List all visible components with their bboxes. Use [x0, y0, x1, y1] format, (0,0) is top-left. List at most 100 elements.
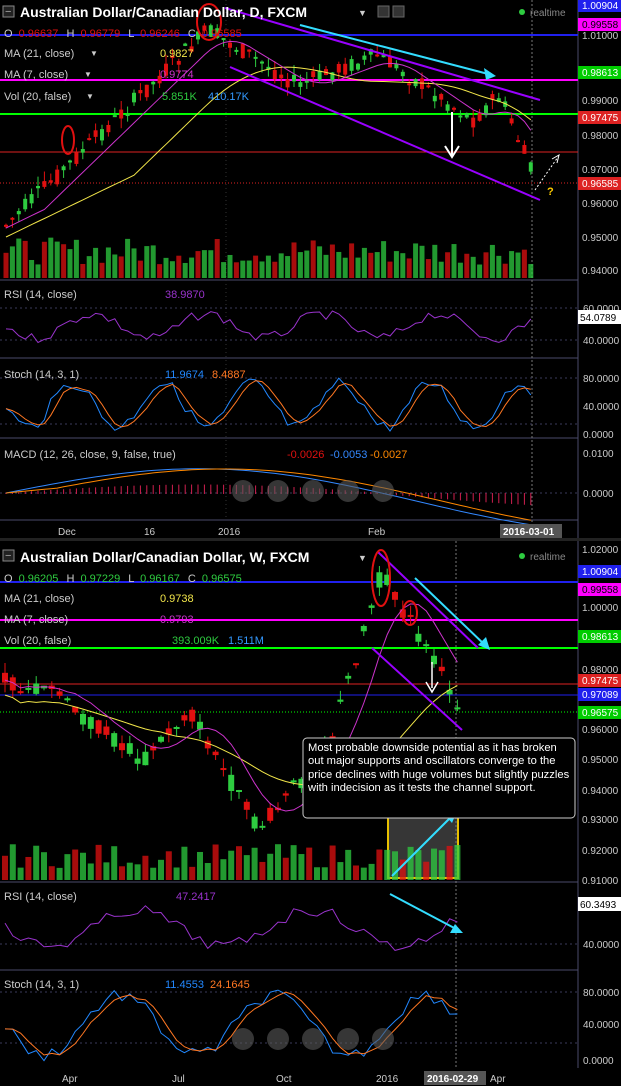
bottom-h-value: 0.97229: [80, 573, 120, 585]
macd-hist-bar: [56, 489, 58, 494]
bottom-zoom-out-button[interactable]: [267, 1028, 289, 1050]
volume-bar: [297, 252, 303, 278]
volume-bar: [2, 855, 8, 880]
macd-hist-bar: [299, 487, 301, 494]
candle-body: [317, 70, 322, 80]
volume-bar: [48, 237, 54, 278]
candle-body: [17, 691, 24, 694]
bottom-zoom-in-button[interactable]: [337, 1028, 359, 1050]
top-ma21-dropdown-icon[interactable]: ▼: [90, 49, 98, 58]
candle-body: [158, 736, 164, 742]
volume-bar: [17, 867, 24, 880]
volume-bar: [99, 262, 105, 278]
bottom-scroll-right-button[interactable]: [372, 1028, 394, 1050]
top-vol-dropdown-icon[interactable]: ▼: [86, 92, 94, 101]
bottom-x-label-1: Jul: [172, 1074, 185, 1085]
top-zoom-in-button[interactable]: [337, 480, 359, 502]
volume-bar: [345, 849, 352, 880]
volume-bar: [125, 238, 131, 278]
top-reset-button[interactable]: [302, 480, 324, 502]
volume-bar: [267, 853, 274, 880]
bottom-title-dropdown-icon[interactable]: ▼: [358, 553, 367, 563]
top-macd-label: MACD (12, 26, close, 9, false, true): [4, 449, 176, 461]
price-label-8: 0.96575: [582, 708, 619, 719]
bottom-scroll-left-button[interactable]: [232, 1028, 254, 1050]
candle-body: [103, 726, 110, 735]
bottom-reset-button[interactable]: [302, 1028, 324, 1050]
candle-body: [220, 768, 227, 771]
candle-body: [528, 162, 533, 172]
candle-body: [10, 217, 15, 220]
top-ma7-dropdown-icon[interactable]: ▼: [84, 70, 92, 79]
volume-bar: [407, 846, 414, 880]
macd-hist-bar: [171, 484, 173, 494]
candle-body: [415, 633, 422, 642]
candle-body: [36, 185, 40, 189]
macd-hist-bar: [440, 493, 442, 499]
price-label-7: 0.97000: [582, 165, 619, 176]
candle-body: [464, 113, 469, 118]
candle-body: [356, 63, 360, 70]
price-label-3: 0.98613: [582, 68, 619, 79]
volume-bar: [221, 262, 227, 278]
candle-body: [68, 160, 72, 163]
top-zoom-out-button[interactable]: [267, 480, 289, 502]
candle-body: [80, 149, 85, 153]
candle-body: [298, 82, 303, 87]
candle-body: [4, 224, 8, 227]
candle-body: [25, 687, 32, 690]
top-stoch-d: 8.4887: [212, 369, 246, 381]
candle-body: [56, 691, 63, 696]
candle-body: [407, 83, 412, 86]
top-gear-icon[interactable]: [392, 5, 405, 18]
top-ma7-value: 0.9774: [160, 69, 194, 81]
volume-bar: [317, 246, 323, 278]
top-scroll-left-button[interactable]: [232, 480, 254, 502]
candle-body: [426, 85, 431, 88]
bottom-ma21-value: 0.9738: [160, 593, 194, 605]
bottom-vol-value-1: 393.009K: [172, 635, 220, 647]
macd-hist-bar: [453, 493, 455, 500]
volume-bar: [144, 246, 150, 278]
volume-bar: [387, 261, 393, 278]
volume-bar: [41, 852, 47, 880]
macd-hist-bar: [178, 484, 180, 494]
volume-bar: [368, 863, 375, 880]
bottom-l-label: L: [128, 573, 134, 585]
bottom-realtime-label: realtime: [530, 552, 566, 563]
volume-bar: [137, 260, 143, 278]
candle-body: [16, 211, 21, 215]
candle-body: [432, 95, 437, 102]
volume-bar: [9, 844, 16, 880]
price-label-11: 0.94000: [582, 266, 619, 277]
volume-bar: [329, 845, 336, 880]
collapse-icon[interactable]: −: [5, 6, 11, 18]
volume-bar: [304, 250, 310, 278]
volume-bar: [150, 245, 156, 278]
volume-bar: [272, 261, 278, 278]
macd-hist-bar: [31, 491, 33, 494]
top-title-dropdown-icon[interactable]: ▼: [358, 8, 367, 18]
candle-body: [282, 793, 289, 796]
volume-bar: [54, 241, 60, 278]
candle-body: [420, 78, 424, 90]
top-stoch-tick-0: 80.0000: [583, 374, 620, 385]
volume-bar: [233, 262, 239, 278]
price-label-11: 0.94000: [582, 786, 619, 797]
macd-hist-bar: [293, 487, 295, 494]
volume-bar: [360, 867, 367, 880]
candle-body: [87, 717, 94, 729]
volume-bar: [33, 845, 40, 880]
bottom-ma7-value: 0.9793: [160, 614, 194, 626]
top-scroll-right-button[interactable]: [372, 480, 394, 502]
top-settings-icon[interactable]: [377, 5, 390, 18]
volume-bar: [323, 254, 329, 278]
candle-body: [477, 113, 482, 121]
bottom-collapse-icon[interactable]: −: [5, 550, 11, 562]
candle-body: [375, 54, 380, 57]
top-vol-value-2: 410.17K: [208, 91, 250, 103]
svg-text:O 0.96205 H: O 0.96205 H 0.97229 L 0.96167 C 0.96575: [4, 573, 242, 585]
volume-bar: [337, 862, 344, 880]
svg-text:O 0.96637 H: O 0.96637 H 0.96779 L 0.96246 C 0.96585: [4, 28, 242, 40]
candle-body: [285, 79, 290, 88]
